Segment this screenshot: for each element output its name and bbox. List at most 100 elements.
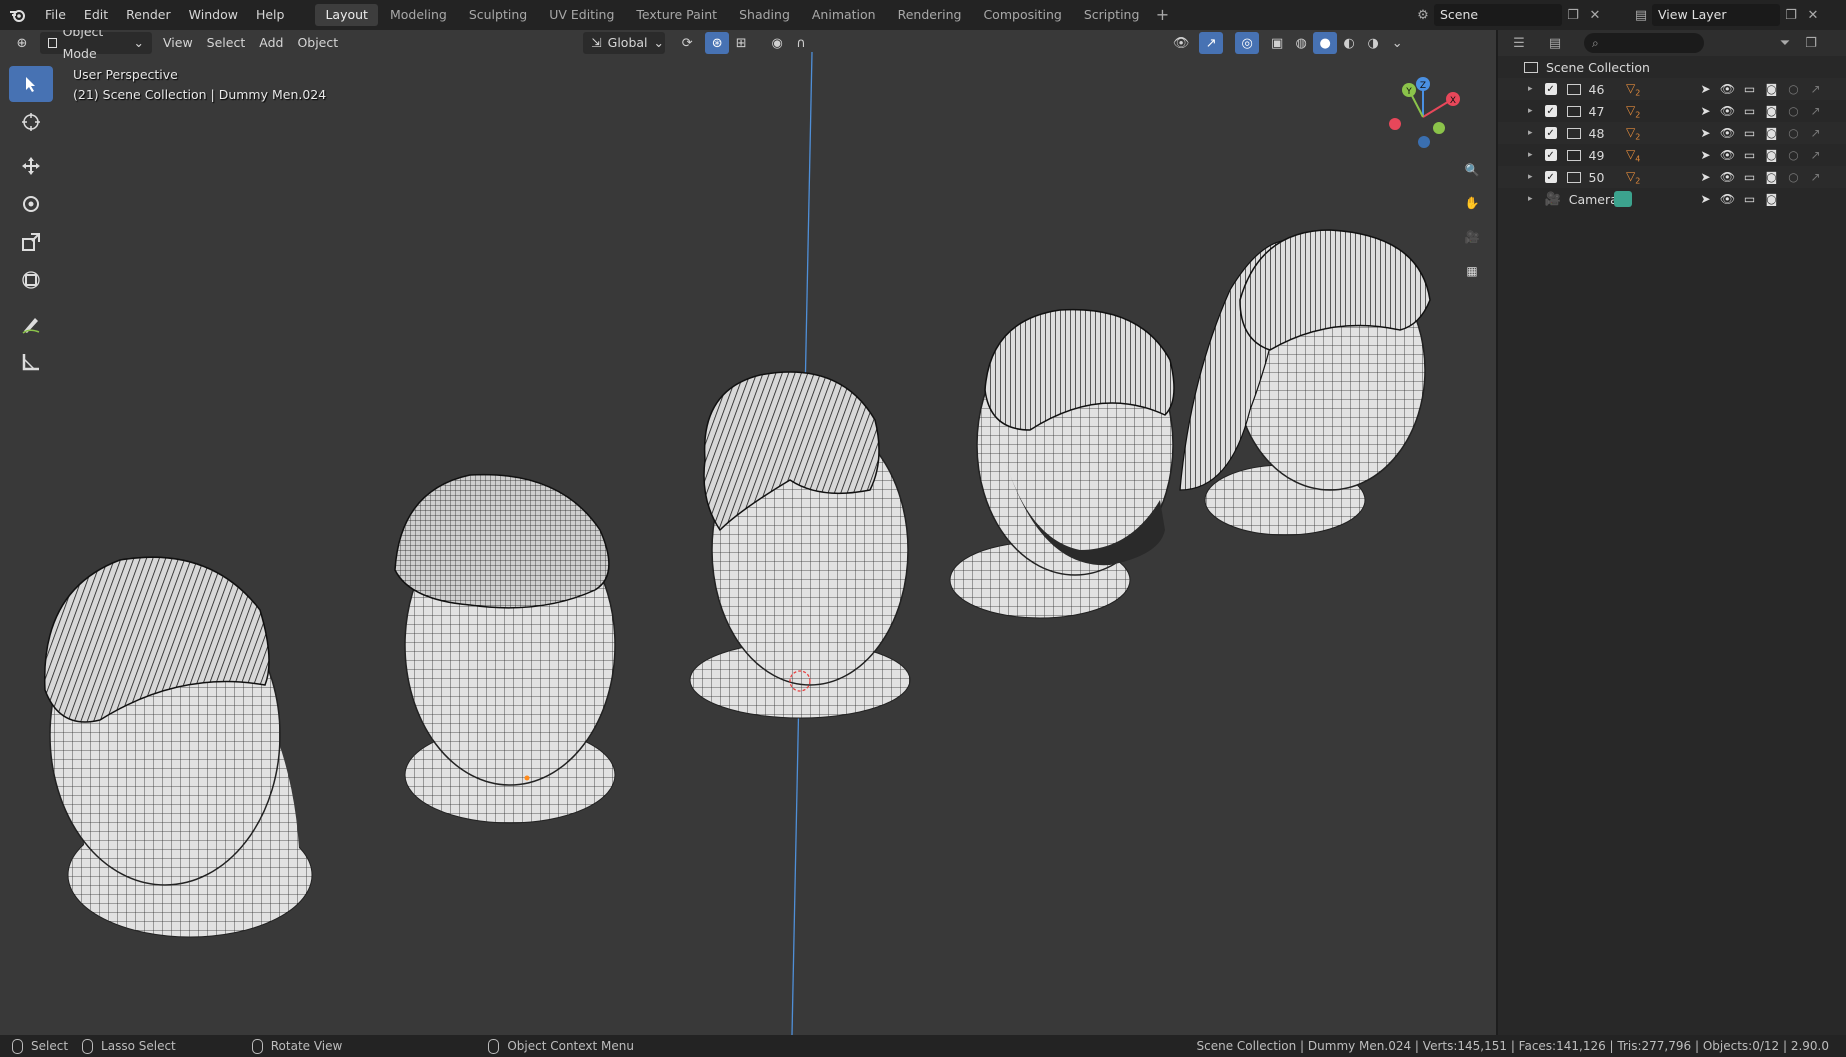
annotate-tool-icon[interactable] [9, 306, 53, 342]
falloff-icon[interactable]: ∩ [789, 32, 813, 54]
indirect-only-icon[interactable]: ↗ [1807, 170, 1824, 184]
menu-select[interactable]: Select [200, 32, 253, 54]
indirect-only-icon[interactable]: ↗ [1807, 104, 1824, 118]
holdout-icon[interactable]: ○ [1785, 104, 1802, 118]
select-toggle-icon[interactable]: ➤ [1697, 192, 1714, 206]
expand-arrow-icon[interactable]: ▸ [1528, 128, 1533, 138]
tab-uv-editing[interactable]: UV Editing [539, 4, 624, 26]
select-toggle-icon[interactable]: ➤ [1697, 82, 1714, 96]
editor-type-icon[interactable]: ⊕ [10, 32, 34, 54]
shading-options-icon[interactable]: ⌄ [1385, 32, 1409, 54]
viewport-toggle-icon[interactable]: ▭ [1741, 170, 1758, 184]
visibility-toggle-icon[interactable]: 👁 [1169, 32, 1193, 54]
scene-name-field[interactable]: Scene [1434, 4, 1562, 26]
exclude-checkbox[interactable]: ✓ [1544, 127, 1557, 139]
move-tool-icon[interactable] [9, 148, 53, 184]
tab-sculpting[interactable]: Sculpting [459, 4, 537, 26]
outliner-search-input[interactable]: ⌕ [1584, 33, 1704, 53]
menu-object[interactable]: Object [290, 32, 345, 54]
select-toggle-icon[interactable]: ➤ [1697, 104, 1714, 118]
exclude-checkbox[interactable]: ✓ [1544, 149, 1557, 161]
render-toggle-icon[interactable]: ◙ [1763, 104, 1780, 118]
snap-target-icon[interactable]: ⊞ [729, 32, 753, 54]
render-toggle-icon[interactable]: ◙ [1763, 170, 1780, 184]
tab-shading[interactable]: Shading [729, 4, 800, 26]
snap-toggle-icon[interactable]: ⊛ [705, 32, 730, 54]
material-shading-icon[interactable]: ◐ [1337, 32, 1361, 54]
outliner-editor-type-icon[interactable]: ☰ [1508, 32, 1530, 54]
holdout-icon[interactable]: ○ [1785, 170, 1802, 184]
blender-logo-icon[interactable] [0, 0, 36, 30]
render-toggle-icon[interactable]: ◙ [1763, 148, 1780, 162]
wireframe-shading-icon[interactable]: ◍ [1289, 32, 1313, 54]
delete-view-layer-icon[interactable]: ✕ [1802, 4, 1824, 26]
select-box-tool-icon[interactable] [9, 66, 53, 102]
head-model-5[interactable] [1179, 229, 1431, 536]
gizmo-toggle-icon[interactable]: ↗ [1199, 32, 1224, 54]
new-scene-icon[interactable]: ❐ [1562, 4, 1584, 26]
exclude-checkbox[interactable]: ✓ [1544, 171, 1557, 183]
expand-arrow-icon[interactable]: ▸ [1528, 194, 1533, 204]
cursor-tool-icon[interactable] [9, 104, 53, 140]
tab-animation[interactable]: Animation [802, 4, 886, 26]
measure-tool-icon[interactable] [9, 344, 53, 380]
navigation-gizmo[interactable]: Z X Y [1378, 72, 1468, 162]
eye-icon[interactable]: 👁 [1719, 170, 1736, 184]
pan-view-icon[interactable]: ✋ [1457, 188, 1487, 218]
exclude-checkbox[interactable]: ✓ [1544, 83, 1557, 95]
tab-compositing[interactable]: Compositing [973, 4, 1071, 26]
list-item[interactable]: ▸ ✓ 48 ▽2 ➤ 👁 ▭ ◙ ○ ↗ [1498, 122, 1846, 144]
solid-shading-icon[interactable]: ● [1313, 32, 1338, 54]
head-model-3[interactable] [689, 371, 911, 719]
camera-data-icon[interactable] [1614, 191, 1632, 207]
filter-icon[interactable]: ⏷ [1774, 32, 1796, 54]
select-toggle-icon[interactable]: ➤ [1697, 148, 1714, 162]
viewport-toggle-icon[interactable]: ▭ [1741, 148, 1758, 162]
expand-arrow-icon[interactable]: ▸ [1528, 150, 1533, 160]
indirect-only-icon[interactable]: ↗ [1807, 148, 1824, 162]
indirect-only-icon[interactable]: ↗ [1807, 82, 1824, 96]
menu-window[interactable]: Window [180, 0, 247, 30]
new-view-layer-icon[interactable]: ❐ [1780, 4, 1802, 26]
tab-texture-paint[interactable]: Texture Paint [626, 4, 727, 26]
scene-collection-row[interactable]: Scene Collection [1498, 56, 1846, 78]
holdout-icon[interactable]: ○ [1785, 82, 1802, 96]
scene-icon[interactable]: ⚙ [1412, 4, 1434, 26]
menu-edit[interactable]: Edit [75, 0, 117, 30]
menu-view[interactable]: View [156, 32, 200, 54]
select-toggle-icon[interactable]: ➤ [1697, 170, 1714, 184]
transform-tool-icon[interactable] [9, 262, 53, 298]
eye-icon[interactable]: 👁 [1719, 148, 1736, 162]
list-item[interactable]: ▸ ✓ 49 ▽4 ➤ 👁 ▭ ◙ ○ ↗ [1498, 144, 1846, 166]
select-toggle-icon[interactable]: ➤ [1697, 126, 1714, 140]
head-model-1[interactable] [43, 556, 313, 938]
viewport-toggle-icon[interactable]: ▭ [1741, 104, 1758, 118]
holdout-icon[interactable]: ○ [1785, 148, 1802, 162]
list-item[interactable]: ▸ ✓ 47 ▽2 ➤ 👁 ▭ ◙ ○ ↗ [1498, 100, 1846, 122]
expand-arrow-icon[interactable]: ▸ [1528, 172, 1533, 182]
view-layer-field[interactable]: View Layer [1652, 4, 1780, 26]
display-mode-icon[interactable]: ▤ [1544, 32, 1566, 54]
head-model-4[interactable] [949, 308, 1175, 619]
tab-scripting[interactable]: Scripting [1074, 4, 1150, 26]
menu-help[interactable]: Help [247, 0, 294, 30]
add-workspace-button[interactable]: + [1151, 4, 1173, 26]
overlay-toggle-icon[interactable]: ◎ [1235, 32, 1260, 54]
scale-tool-icon[interactable] [9, 224, 53, 260]
tab-modeling[interactable]: Modeling [380, 4, 457, 26]
indirect-only-icon[interactable]: ↗ [1807, 126, 1824, 140]
eye-icon[interactable]: 👁 [1719, 192, 1736, 206]
delete-scene-icon[interactable]: ✕ [1584, 4, 1606, 26]
holdout-icon[interactable]: ○ [1785, 126, 1802, 140]
ortho-toggle-icon[interactable]: ▦ [1457, 256, 1487, 286]
zoom-view-icon[interactable]: 🔍 [1457, 155, 1487, 185]
render-toggle-icon[interactable]: ◙ [1763, 192, 1780, 206]
tab-layout[interactable]: Layout [315, 4, 378, 26]
menu-render[interactable]: Render [117, 0, 180, 30]
viewport-toggle-icon[interactable]: ▭ [1741, 126, 1758, 140]
3d-viewport[interactable]: ⊕ Object Mode ⌄ View Select Add Object ⇲… [0, 30, 1496, 1035]
rotate-tool-icon[interactable] [9, 186, 53, 222]
eye-icon[interactable]: 👁 [1719, 126, 1736, 140]
pivot-point-icon[interactable]: ⟳ [675, 32, 699, 54]
transform-orientation-dropdown[interactable]: ⇲ Global ⌄ [583, 32, 666, 54]
